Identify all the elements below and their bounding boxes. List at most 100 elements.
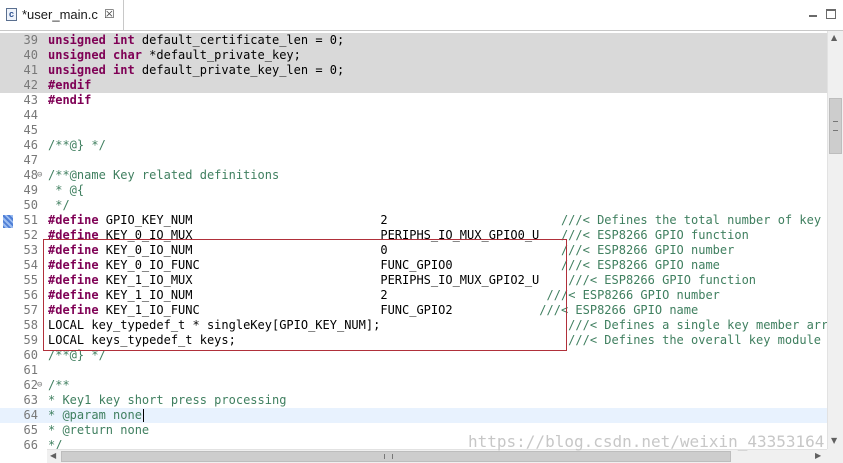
- code-token: ///< ESP8266 GPIO function: [568, 273, 757, 287]
- code-text: #endif: [48, 93, 91, 108]
- code-line[interactable]: 61: [0, 363, 827, 378]
- code-line[interactable]: 50 */: [0, 198, 827, 213]
- code-token: ///< ESP8266 GPIO function: [560, 228, 749, 242]
- fold-toggle-icon[interactable]: ⊖: [37, 381, 42, 390]
- line-number: 42: [23, 78, 38, 92]
- line-gutter: 41: [0, 63, 47, 78]
- code-line[interactable]: 45: [0, 123, 827, 138]
- line-gutter: 52: [0, 228, 47, 243]
- line-number: 51: [23, 213, 38, 227]
- code-token: unsigned char: [48, 48, 142, 62]
- code-text: #endif: [48, 78, 91, 93]
- code-token: #endif: [48, 78, 92, 92]
- line-gutter: 48 ⊖: [0, 168, 47, 183]
- code-text: /**@name Key related definitions: [48, 168, 279, 183]
- code-text: unsigned int default_private_key_len = 0…: [48, 63, 344, 78]
- line-number: 55: [23, 273, 38, 287]
- line-gutter: 58: [0, 318, 47, 333]
- line-number: 45: [23, 123, 38, 137]
- horizontal-scroll-thumb[interactable]: [61, 451, 731, 462]
- code-token: * @param none: [48, 408, 142, 422]
- line-gutter: 47: [0, 153, 47, 168]
- line-number: 56: [23, 288, 38, 302]
- line-number: 47: [23, 153, 38, 167]
- code-text: #define GPIO_KEY_NUM 2 ///< Defines the …: [48, 213, 827, 228]
- editor-tab-bar: c *user_main.c ☒: [0, 0, 843, 31]
- code-line[interactable]: 39 unsigned int default_certificate_len =…: [0, 33, 827, 48]
- code-text: /**@} */: [48, 138, 106, 153]
- code-line[interactable]: 62 ⊖/**: [0, 378, 827, 393]
- code-text: */: [48, 198, 69, 213]
- line-number: 40: [23, 48, 38, 62]
- line-number: 65: [23, 423, 38, 437]
- maximize-icon[interactable]: [826, 9, 836, 19]
- code-line[interactable]: 47: [0, 153, 827, 168]
- code-line[interactable]: 42 #endif: [0, 78, 827, 93]
- code-token: unsigned int: [48, 33, 135, 47]
- line-gutter: 65: [0, 423, 47, 438]
- scroll-left-icon[interactable]: ◀: [50, 451, 56, 460]
- code-token: ///< ESP8266 GPIO name: [560, 258, 720, 272]
- c-file-icon: c: [6, 8, 17, 21]
- line-number: 39: [23, 33, 38, 47]
- line-gutter: 43: [0, 93, 47, 108]
- line-number: 59: [23, 333, 38, 347]
- line-gutter: 54: [0, 258, 47, 273]
- code-line[interactable]: 64 * @param none: [0, 408, 827, 423]
- code-token: #define: [48, 213, 99, 227]
- code-token: GPIO_KEY_NUM 2: [98, 213, 561, 227]
- close-icon[interactable]: ☒: [104, 7, 115, 21]
- code-text: unsigned int default_certificate_len = 0…: [48, 33, 344, 48]
- line-number: 58: [23, 318, 38, 332]
- fold-toggle-icon[interactable]: ⊖: [37, 171, 42, 180]
- code-text: * Key1 key short press processing: [48, 393, 286, 408]
- code-line[interactable]: 49 * @{: [0, 183, 827, 198]
- code-token: ///< ESP8266 GPIO number: [546, 288, 720, 302]
- code-line[interactable]: 40 unsigned char *default_private_key;: [0, 48, 827, 63]
- line-number: 48: [23, 168, 38, 182]
- horizontal-scrollbar[interactable]: ◀ ▶: [47, 449, 827, 463]
- tab-user-main-c[interactable]: c *user_main.c ☒: [0, 0, 124, 30]
- code-line[interactable]: 44: [0, 108, 827, 123]
- code-token: ///< Defines the overall key module stru…: [568, 333, 822, 347]
- minimize-icon[interactable]: [808, 9, 818, 19]
- code-line[interactable]: 63 * Key1 key short press processing: [0, 393, 827, 408]
- line-gutter: 64: [0, 408, 47, 423]
- scrollbar-corner: [827, 449, 843, 463]
- line-number: 44: [23, 108, 38, 122]
- scroll-down-icon[interactable]: ▼: [831, 436, 837, 445]
- line-gutter: 59: [0, 333, 47, 348]
- line-number: 43: [23, 93, 38, 107]
- code-line[interactable]: 48 ⊖/**@name Key related definitions: [0, 168, 827, 183]
- vertical-scroll-thumb[interactable]: [829, 98, 842, 154]
- code-token: default_private_key_len = 0;: [134, 63, 345, 77]
- line-gutter: 63: [0, 393, 47, 408]
- line-gutter: 50: [0, 198, 47, 213]
- line-gutter: 44: [0, 108, 47, 123]
- line-number: 54: [23, 258, 38, 272]
- code-line[interactable]: 43 #endif: [0, 93, 827, 108]
- code-token: * Key1 key short press processing: [48, 393, 287, 407]
- code-line[interactable]: 46 /**@} */: [0, 138, 827, 153]
- scroll-right-icon[interactable]: ▶: [815, 451, 821, 460]
- vertical-scrollbar[interactable]: ▲ ▼: [827, 31, 843, 449]
- line-number: 41: [23, 63, 38, 77]
- code-text: /**: [48, 378, 70, 393]
- line-gutter: 53: [0, 243, 47, 258]
- line-number: 53: [23, 243, 38, 257]
- code-token: */: [48, 438, 63, 449]
- scroll-up-icon[interactable]: ▲: [831, 33, 837, 42]
- line-number: 52: [23, 228, 38, 242]
- code-line[interactable]: 41 unsigned int default_private_key_len =…: [0, 63, 827, 78]
- code-token: unsigned int: [48, 63, 135, 77]
- code-token: * @return none: [48, 423, 150, 437]
- line-number: 66: [23, 438, 38, 449]
- line-gutter: 56: [0, 288, 47, 303]
- line-gutter: 40: [0, 48, 47, 63]
- code-line[interactable]: 51 #define GPIO_KEY_NUM 2 ///< Defines th…: [0, 213, 827, 228]
- line-number: 46: [23, 138, 38, 152]
- line-number: 49: [23, 183, 38, 197]
- line-gutter: 61: [0, 363, 47, 378]
- line-gutter: 46: [0, 138, 47, 153]
- code-editor[interactable]: 39 unsigned int default_certificate_len =…: [0, 31, 827, 449]
